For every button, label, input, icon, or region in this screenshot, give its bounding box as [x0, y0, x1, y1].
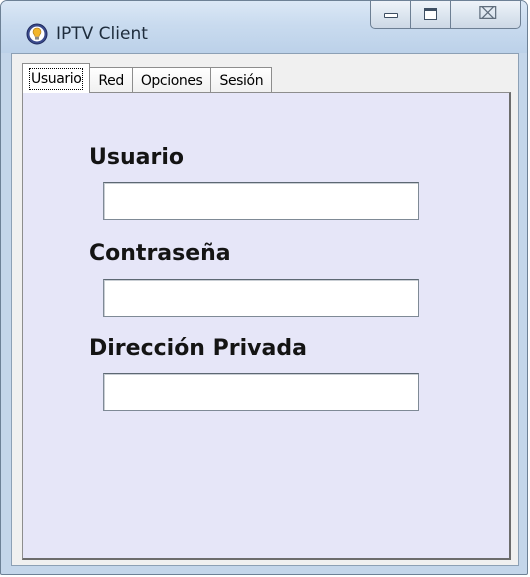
- direccion-privada-label: Dirección Privada: [89, 336, 307, 361]
- usuario-label: Usuario: [89, 145, 184, 170]
- usuario-input[interactable]: [103, 182, 419, 220]
- minimize-icon: [384, 13, 398, 18]
- app-window: IPTV Client ⌧ Usuario Red Opciones Sesió…: [0, 0, 528, 575]
- window-title: IPTV Client: [56, 24, 148, 44]
- tab-sesion-label: Sesión: [219, 73, 264, 89]
- tab-usuario[interactable]: Usuario: [22, 63, 91, 93]
- tab-sesion[interactable]: Sesión: [210, 67, 273, 93]
- contrasena-label: Contraseña: [89, 241, 231, 266]
- tab-strip: Usuario Red Opciones Sesión: [22, 63, 273, 93]
- window-controls: ⌧: [370, 1, 521, 29]
- maximize-button[interactable]: [411, 1, 451, 29]
- close-button[interactable]: ⌧: [451, 1, 521, 29]
- tab-usuario-label: Usuario: [29, 68, 84, 90]
- close-icon: ⌧: [478, 4, 498, 24]
- tab-red[interactable]: Red: [89, 67, 133, 93]
- contrasena-input[interactable]: [103, 279, 419, 317]
- minimize-button[interactable]: [370, 1, 411, 29]
- tab-opciones-label: Opciones: [140, 73, 203, 89]
- usuario-tab-panel: Usuario Contraseña Dirección Privada: [22, 92, 511, 560]
- direccion-privada-input[interactable]: [103, 373, 419, 411]
- title-bar[interactable]: IPTV Client ⌧: [1, 1, 527, 53]
- app-lightbulb-icon: [26, 23, 48, 45]
- maximize-icon: [424, 8, 437, 20]
- tab-opciones[interactable]: Opciones: [131, 67, 212, 93]
- tab-red-label: Red: [98, 73, 124, 89]
